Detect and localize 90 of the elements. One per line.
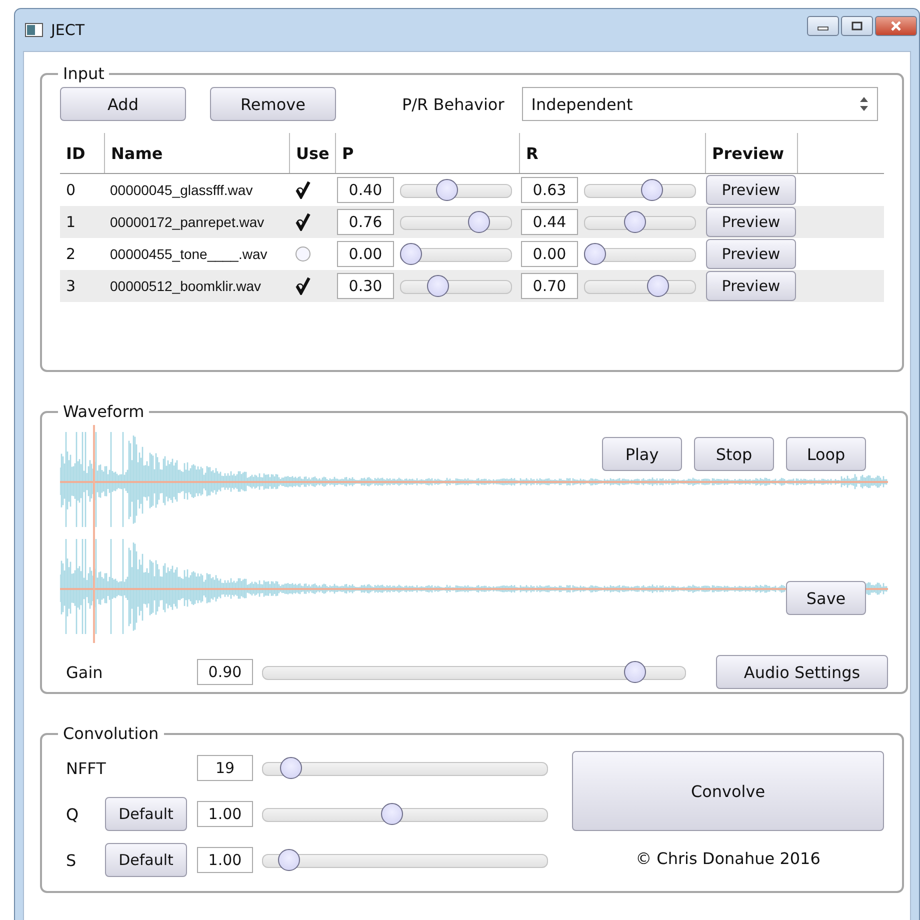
file-name: 00000045_glassfff.wav <box>110 182 253 198</box>
slider[interactable] <box>400 211 512 233</box>
table-cell: 3 <box>66 277 76 295</box>
table-row[interactable]: 2 00000455_tone____.wav 0.00 0.00 Preview <box>60 238 884 270</box>
r-field[interactable]: 0.63 <box>521 177 578 203</box>
p-field[interactable]: 0.30 <box>337 273 394 299</box>
column-header: P <box>342 144 354 162</box>
column-header: Preview <box>712 144 784 162</box>
table-cell: 2 <box>66 245 76 263</box>
table-cell: 0 <box>66 181 76 199</box>
table-cell: 1 <box>66 213 76 231</box>
p-field[interactable]: 0.00 <box>337 241 394 267</box>
group-title: Convolution <box>62 724 160 743</box>
parameter-field[interactable]: 1.00 <box>197 847 253 873</box>
slider[interactable] <box>262 661 686 683</box>
file-name: 00000512_boomklir.wav <box>110 278 261 294</box>
default-button[interactable]: Default <box>105 843 187 877</box>
table-row[interactable]: 1 00000172_panrepet.wav 0.76 0.44 Preview <box>60 206 884 238</box>
dropdown-arrows-icon <box>859 96 870 112</box>
checkmark-icon[interactable] <box>295 213 311 231</box>
column-header: R <box>526 144 538 162</box>
slider-thumb[interactable] <box>640 179 663 201</box>
slider-thumb[interactable] <box>468 211 490 233</box>
slider[interactable] <box>262 849 548 871</box>
slider-thumb[interactable] <box>624 211 646 233</box>
column-header: Name <box>111 144 163 162</box>
slider-thumb[interactable] <box>436 179 458 201</box>
preview-button[interactable]: Preview <box>706 239 796 269</box>
app-icon <box>25 23 43 37</box>
slider-thumb[interactable] <box>624 661 646 683</box>
remove-button[interactable]: Remove <box>210 87 336 121</box>
save-button[interactable]: Save <box>786 581 866 615</box>
slider[interactable] <box>262 757 548 779</box>
behavior-dropdown[interactable]: Independent <box>522 87 878 121</box>
slider[interactable] <box>400 275 512 297</box>
playback-button[interactable]: Loop <box>786 437 866 471</box>
playback-button[interactable]: Stop <box>694 437 774 471</box>
maximize-button[interactable] <box>841 16 873 36</box>
table-row[interactable]: 0 00000045_glassfff.wav 0.40 0.63 Preview <box>60 174 884 206</box>
window-title: JECT <box>51 21 86 39</box>
parameter-label: NFFT <box>65 758 105 778</box>
maximize-icon <box>851 21 863 31</box>
parameter-label: S <box>65 850 78 870</box>
radio-icon[interactable] <box>295 246 311 262</box>
p-field[interactable]: 0.76 <box>337 209 394 235</box>
slider-thumb[interactable] <box>400 243 422 265</box>
r-field[interactable]: 0.00 <box>521 241 578 267</box>
close-icon <box>890 21 902 31</box>
slider[interactable] <box>584 211 696 233</box>
behavior-label: P/R Behavior <box>402 94 504 114</box>
slider[interactable] <box>262 803 548 825</box>
gain-field[interactable]: 0.90 <box>197 659 253 685</box>
group-title: Input <box>62 64 106 83</box>
column-header: Use <box>296 144 330 162</box>
slider-thumb[interactable] <box>280 757 302 779</box>
preview-button[interactable]: Preview <box>706 207 796 237</box>
p-field[interactable]: 0.40 <box>337 177 394 203</box>
parameter-field[interactable]: 1.00 <box>197 801 253 827</box>
slider[interactable] <box>400 179 512 201</box>
slider[interactable] <box>584 179 696 201</box>
playback-button[interactable]: Play <box>602 437 682 471</box>
slider-thumb[interactable] <box>278 849 300 871</box>
r-field[interactable]: 0.44 <box>521 209 578 235</box>
parameter-field[interactable]: 19 <box>197 755 253 781</box>
audio-settings-button[interactable]: Audio Settings <box>716 655 888 689</box>
slider-thumb[interactable] <box>380 803 403 825</box>
convolve-button[interactable]: Convolve <box>572 751 884 831</box>
default-button[interactable]: Default <box>105 797 187 831</box>
preview-button[interactable]: Preview <box>706 175 796 205</box>
file-name: 00000455_tone____.wav <box>110 246 268 262</box>
slider-thumb[interactable] <box>584 243 606 265</box>
parameter-label: Q <box>65 804 80 824</box>
add-button[interactable]: Add <box>60 87 186 121</box>
group-title: Waveform <box>62 402 146 421</box>
r-field[interactable]: 0.70 <box>521 273 578 299</box>
gain-label: Gain <box>65 662 104 682</box>
checkmark-icon[interactable] <box>295 277 311 295</box>
file-name: 00000172_panrepet.wav <box>110 214 264 230</box>
slider[interactable] <box>584 275 696 297</box>
close-button[interactable] <box>875 16 917 36</box>
slider[interactable] <box>584 243 696 265</box>
table-row[interactable]: 3 00000512_boomklir.wav 0.30 0.70 Preview <box>60 270 884 302</box>
minimize-button[interactable] <box>807 16 839 36</box>
slider[interactable] <box>400 243 512 265</box>
preview-button[interactable]: Preview <box>706 271 796 301</box>
copyright-text: © Chris Donahue 2016 <box>636 849 820 868</box>
checkmark-icon[interactable] <box>295 181 311 199</box>
column-header: ID <box>66 144 86 162</box>
slider-thumb[interactable] <box>427 275 449 297</box>
slider-thumb[interactable] <box>647 275 669 297</box>
